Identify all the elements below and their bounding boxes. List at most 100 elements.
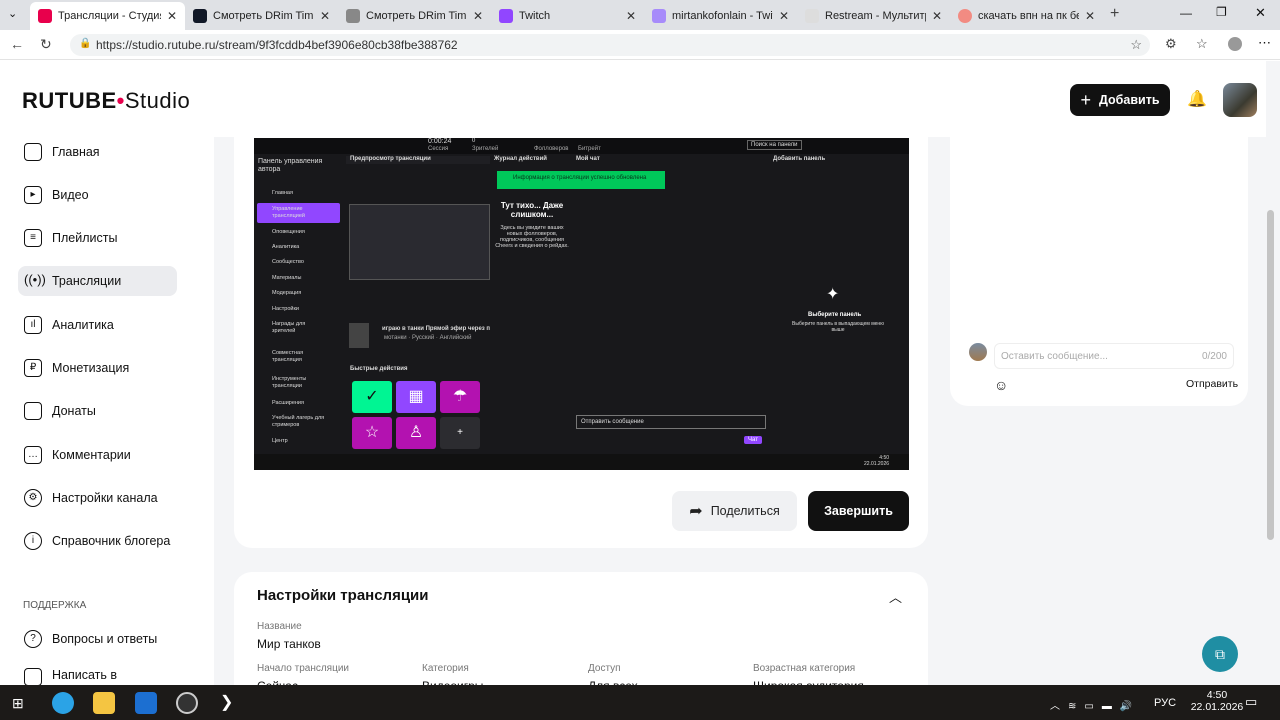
chat-message-input[interactable]: Оставить сообщение... 0/200: [994, 343, 1234, 369]
add-label: Добавить: [1098, 93, 1160, 107]
preview-menu-item: Оповещения: [272, 229, 305, 235]
sidebar-item-analytics[interactable]: ıl Аналитика: [18, 310, 177, 340]
finish-button[interactable]: Завершить: [808, 491, 909, 531]
preview-menu-item: Совместная трансляция: [272, 350, 304, 363]
donate-icon: [24, 402, 42, 420]
preview-quick-actions: Быстрые действия: [350, 366, 408, 372]
home-icon: [24, 143, 42, 161]
extensions-icon[interactable]: ⚙: [1165, 36, 1177, 52]
sidebar-item-comments[interactable]: … Комментарии: [18, 440, 177, 470]
sidebar-item-label: Донаты: [52, 404, 96, 418]
close-tab-icon[interactable]: ✕: [320, 9, 330, 23]
user-avatar[interactable]: [1223, 83, 1257, 117]
sidebar-item-faq[interactable]: ? Вопросы и ответы: [18, 624, 177, 654]
preview-menu-item: Награды для зрителей: [272, 321, 306, 334]
file-explorer-icon[interactable]: [93, 692, 115, 714]
browser-tab[interactable]: Restream - Мультитра ✕: [797, 2, 950, 30]
sidebar-item-monetization[interactable]: ₽ Монетизация: [18, 353, 177, 383]
browser-tab[interactable]: Смотреть DRim Tim Ш ✕: [185, 2, 338, 30]
sidebar-item-write-support[interactable]: Написать в: [18, 668, 177, 685]
close-tab-icon[interactable]: ✕: [626, 9, 636, 23]
sidebar-item-home[interactable]: Главная: [18, 137, 177, 167]
preview-session-label: Сессия: [428, 146, 449, 152]
preview-menu-item: Центр: [272, 438, 288, 444]
preview-menu-item: Модерация: [272, 290, 302, 296]
chat-avatar: [969, 343, 987, 361]
emoji-icon[interactable]: ☺: [994, 377, 1008, 393]
sidebar-item-label: Трансляции: [52, 274, 122, 288]
preview-menu-item: Инструменты трансляции: [272, 376, 307, 389]
monetization-icon: ₽: [24, 359, 42, 377]
broadcast-icon: ((•)): [24, 272, 46, 287]
close-tab-icon[interactable]: ✕: [779, 9, 789, 23]
browser-tab[interactable]: Twitch ✕: [491, 2, 644, 30]
edge-icon[interactable]: [52, 692, 74, 714]
sidebar-item-label: Плейлисты: [52, 231, 118, 245]
browser-tab[interactable]: mirtankofonlain - Twit ✕: [644, 2, 797, 30]
url-input[interactable]: 🔒 https://studio.rutube.ru/stream/9f3fcdd…: [70, 34, 1150, 56]
favicon-icon: [499, 9, 513, 23]
taskbar-clock[interactable]: 4:50 22.01.2026: [1187, 689, 1247, 713]
obs-icon[interactable]: [176, 692, 198, 714]
sidebar-item-donations[interactable]: Донаты: [18, 396, 177, 426]
new-tab-button[interactable]: +: [1110, 5, 1119, 23]
preview-clock-date: 22.01.2026: [864, 461, 890, 467]
browser-tab[interactable]: скачать впн на пк бес ✕: [950, 2, 1103, 30]
clock-date: 22.01.2026: [1190, 701, 1244, 713]
more-icon[interactable]: ⋯: [1258, 35, 1271, 51]
support-chat-button[interactable]: ⧉: [1202, 636, 1238, 672]
access-label: Доступ: [588, 663, 621, 674]
tab-list-icon[interactable]: ⌄: [8, 7, 17, 20]
maximize-button[interactable]: ❐: [1216, 5, 1227, 19]
page-scrollbar[interactable]: [1267, 210, 1274, 540]
sidebar-item-broadcasts[interactable]: ((•)) Трансляции: [18, 266, 177, 296]
tab-title: Смотреть DRim Tim Ш: [213, 10, 314, 22]
message-icon: [24, 668, 42, 685]
sidebar-item-label: Комментарии: [52, 448, 131, 462]
close-window-button[interactable]: ✕: [1255, 5, 1266, 21]
preview-taskbar: [254, 454, 909, 470]
favicon-icon: [958, 9, 972, 23]
tab-title: Трансляции - Студия R: [58, 10, 161, 22]
back-icon[interactable]: ←: [10, 36, 24, 52]
windows-start-icon[interactable]: ⊞: [12, 695, 24, 712]
preview-chat-button: Чат: [744, 436, 762, 444]
collapse-chevron-icon[interactable]: ︿: [889, 587, 902, 606]
outlook-icon[interactable]: [135, 692, 157, 714]
profile-avatar[interactable]: [1228, 37, 1242, 51]
share-button[interactable]: ➦ Поделиться: [672, 491, 797, 531]
bell-icon[interactable]: 🔔: [1187, 89, 1207, 109]
tray-icons[interactable]: ︿≋▭▬🔊: [1050, 697, 1140, 712]
sidebar-item-channel-settings[interactable]: ⚙ Настройки канала: [18, 483, 177, 513]
minimize-button[interactable]: —: [1180, 6, 1192, 20]
sidebar-item-label: Справочник блогера: [52, 534, 171, 548]
sidebar-item-video[interactable]: ▸ Видео: [18, 180, 177, 210]
reload-icon[interactable]: ↻: [40, 36, 52, 53]
favicon-icon: [38, 9, 52, 23]
chat-placeholder: Оставить сообщение...: [1001, 351, 1108, 362]
language-indicator[interactable]: РУС: [1154, 697, 1176, 709]
terminal-icon[interactable]: ❯: [220, 692, 233, 712]
browser-tab[interactable]: Смотреть DRim Tim Ш ✕: [338, 2, 491, 30]
close-tab-icon[interactable]: ✕: [932, 9, 942, 23]
tag: Английский: [439, 335, 472, 341]
chat-send-button[interactable]: Отправить: [1186, 378, 1238, 390]
sidebar-item-guide[interactable]: i Справочник блогера: [18, 526, 177, 556]
plus-icon: +: [440, 417, 480, 449]
close-tab-icon[interactable]: ✕: [473, 9, 483, 23]
notifications-icon[interactable]: ▭: [1245, 694, 1257, 710]
rutube-studio-logo[interactable]: RUTUBE•Studio: [22, 88, 190, 114]
name-value: Мир танков: [257, 637, 321, 651]
comments-icon: …: [24, 446, 42, 464]
add-button[interactable]: + Добавить: [1070, 84, 1170, 116]
browser-tab[interactable]: Трансляции - Студия R ✕: [30, 2, 185, 30]
tag: мотанки: [384, 335, 407, 341]
close-tab-icon[interactable]: ✕: [1085, 9, 1095, 23]
stream-preview-video[interactable]: 0:00:24 Сессия 0 Зрителей Фолловеров Бит…: [254, 138, 909, 470]
preview-viewers: 0: [472, 138, 476, 144]
bookmark-star-icon[interactable]: ☆: [1130, 37, 1142, 53]
favorites-icon[interactable]: ☆: [1196, 36, 1208, 52]
preview-panel-preview: Предпросмотр трансляции: [346, 156, 490, 164]
close-tab-icon[interactable]: ✕: [167, 9, 177, 23]
sidebar-item-playlists[interactable]: ≡ Плейлисты: [18, 223, 177, 253]
